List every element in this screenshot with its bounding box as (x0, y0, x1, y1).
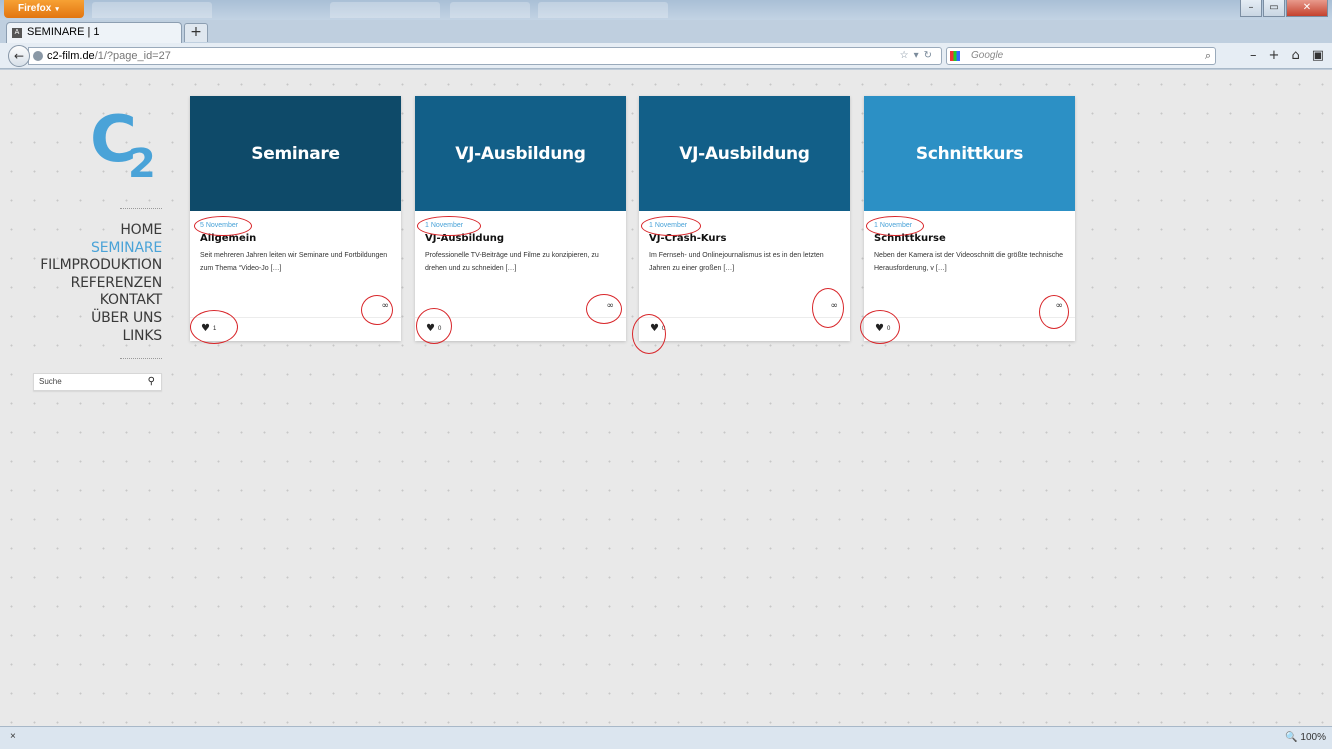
menu-icon[interactable]: ▣ (1312, 48, 1324, 63)
logo-subscript: 2 (128, 141, 156, 187)
heart-icon[interactable]: ♥ (201, 323, 210, 334)
post-card: VJ-Ausbildung 1 November VJ-Crash-Kurs I… (639, 96, 850, 341)
nav-item-kontakt[interactable]: KONTAKT (40, 292, 162, 310)
main-navigation: HOME SEMINARE FILMPRODUKTION REFERENZEN … (40, 222, 162, 345)
card-date: 1 November (425, 222, 464, 229)
nav-item-referenzen[interactable]: REFERENZEN (40, 275, 163, 293)
nav-item-ueber-uns[interactable]: ÜBER UNS (40, 310, 162, 328)
zoom-indicator[interactable]: 🔍 100% (1285, 732, 1326, 743)
maximize-button[interactable]: ▭ (1263, 0, 1285, 17)
card-body: 1 November VJ-Ausbildung Professionelle … (415, 211, 626, 317)
close-icon[interactable]: × (10, 731, 16, 742)
post-card: Seminare 5 November Allgemein Seit mehre… (190, 96, 401, 341)
nav-item-seminare[interactable]: SEMINARE (40, 240, 162, 258)
back-button[interactable]: ← (8, 45, 30, 67)
card-header-title: Schnittkurs (915, 143, 1024, 164)
like-count: 0 (661, 326, 666, 332)
card-header[interactable]: VJ-Ausbildung (415, 96, 626, 211)
card-header[interactable]: Seminare (190, 96, 401, 211)
card-excerpt: Im Fernseh- und Onlinejournalismus ist e… (649, 252, 824, 272)
site-favicon-icon: A (12, 28, 22, 38)
card-date: 5 November (200, 222, 239, 229)
card-title[interactable]: VJ-Crash-Kurs (649, 232, 840, 246)
firefox-menu-button[interactable]: Firefox ▾ (4, 0, 84, 18)
bookmark-reload-icons[interactable]: ☆▾↻ (900, 48, 937, 64)
permalink-icon[interactable]: ∞ (1056, 301, 1064, 311)
card-date: 1 November (874, 222, 913, 229)
card-body: 1 November Schnittkurse Neben der Kamera… (864, 211, 1075, 317)
card-title[interactable]: Allgemein (200, 232, 391, 246)
zoom-out-icon[interactable]: – (1250, 48, 1257, 63)
nav-item-home[interactable]: HOME (40, 222, 162, 240)
page-content: C 2 HOME SEMINARE FILMPRODUKTION REFEREN… (0, 70, 1332, 726)
site-search-input[interactable]: Suche ⚲ (33, 373, 162, 391)
url-path: /1/?page_id=27 (94, 50, 171, 62)
url-host: c2-film.de (47, 50, 95, 62)
background-tab[interactable] (450, 2, 530, 18)
status-bar: × 🔍 100% (0, 726, 1332, 749)
like-count: 0 (886, 326, 891, 332)
permalink-icon[interactable]: ∞ (607, 301, 615, 311)
window-titlebar: Firefox ▾ – ▭ ✕ (0, 0, 1332, 20)
card-date: 1 November (649, 222, 688, 229)
card-footer: ♥ 0 (415, 317, 626, 341)
permalink-icon[interactable]: ∞ (831, 301, 839, 311)
card-footer: ♥ 0 (864, 317, 1075, 341)
close-window-button[interactable]: ✕ (1286, 0, 1328, 17)
background-tab[interactable] (538, 2, 668, 18)
back-arrow-icon: ← (13, 49, 25, 63)
zoom-level: 100% (1300, 732, 1326, 743)
card-header-title: VJ-Ausbildung (679, 143, 810, 164)
card-title[interactable]: VJ-Ausbildung (425, 232, 616, 246)
nav-divider-top (120, 208, 162, 209)
background-tab[interactable] (330, 2, 440, 18)
background-tab[interactable] (92, 2, 212, 18)
site-identity-icon[interactable] (33, 51, 43, 61)
card-excerpt: Seit mehreren Jahren leiten wir Seminare… (200, 252, 388, 272)
url-bar[interactable]: c2-film.de/1/?page_id=27 ☆▾↻ (28, 47, 942, 65)
card-footer: ♥ 0 (639, 317, 850, 341)
zoom-icon: 🔍 (1285, 732, 1298, 743)
nav-divider-bottom (120, 358, 162, 359)
card-header[interactable]: Schnittkurs (864, 96, 1075, 211)
nav-item-filmproduktion[interactable]: FILMPRODUKTION (40, 257, 162, 275)
post-card: Schnittkurs 1 November Schnittkurse Nebe… (864, 96, 1075, 341)
search-placeholder: Google (971, 50, 1004, 61)
card-body: 1 November VJ-Crash-Kurs Im Fernseh- und… (639, 211, 850, 317)
card-header[interactable]: VJ-Ausbildung (639, 96, 850, 211)
search-icon[interactable]: ⌕ (1205, 48, 1211, 64)
heart-icon[interactable]: ♥ (875, 323, 884, 334)
card-header-title: Seminare (251, 143, 340, 164)
heart-icon[interactable]: ♥ (426, 323, 435, 334)
card-title[interactable]: Schnittkurse (874, 232, 1065, 246)
heart-icon[interactable]: ♥ (650, 323, 659, 334)
chevron-down-icon: ▾ (55, 6, 59, 13)
google-logo-icon[interactable] (950, 51, 960, 61)
new-tab-button[interactable]: + (184, 23, 208, 42)
tab-title: SEMINARE | 1 (27, 26, 100, 38)
card-footer: ♥ 1 (190, 317, 401, 341)
search-icon[interactable]: ⚲ (148, 374, 155, 390)
tab-active[interactable]: A SEMINARE | 1 (6, 22, 182, 43)
firefox-menu-label: Firefox (18, 3, 52, 14)
window-controls: – ▭ ✕ (1240, 0, 1328, 17)
toolbar-icons: – + ⌂ ▣ (1250, 48, 1324, 63)
card-excerpt: Neben der Kamera ist der Videoschnitt di… (874, 252, 1063, 272)
card-excerpt: Professionelle TV-Beiträge und Filme zu … (425, 252, 599, 272)
navigation-toolbar: c2-film.de/1/?page_id=27 ☆▾↻ ← Google ⌕ … (0, 43, 1332, 69)
tab-strip: A SEMINARE | 1 + (0, 20, 1332, 43)
site-search-placeholder: Suche (39, 377, 62, 386)
minimize-button[interactable]: – (1240, 0, 1262, 17)
post-card: VJ-Ausbildung 1 November VJ-Ausbildung P… (415, 96, 626, 341)
like-count: 1 (212, 326, 217, 332)
nav-item-links[interactable]: LINKS (40, 328, 163, 346)
home-icon[interactable]: ⌂ (1291, 48, 1299, 63)
permalink-icon[interactable]: ∞ (382, 301, 390, 311)
card-header-title: VJ-Ausbildung (455, 143, 586, 164)
card-body: 5 November Allgemein Seit mehreren Jahre… (190, 211, 401, 317)
like-count: 0 (437, 326, 442, 332)
site-logo[interactable]: C 2 (90, 108, 160, 188)
zoom-in-icon[interactable]: + (1269, 48, 1280, 63)
search-engine-bar[interactable]: Google ⌕ (946, 47, 1216, 65)
